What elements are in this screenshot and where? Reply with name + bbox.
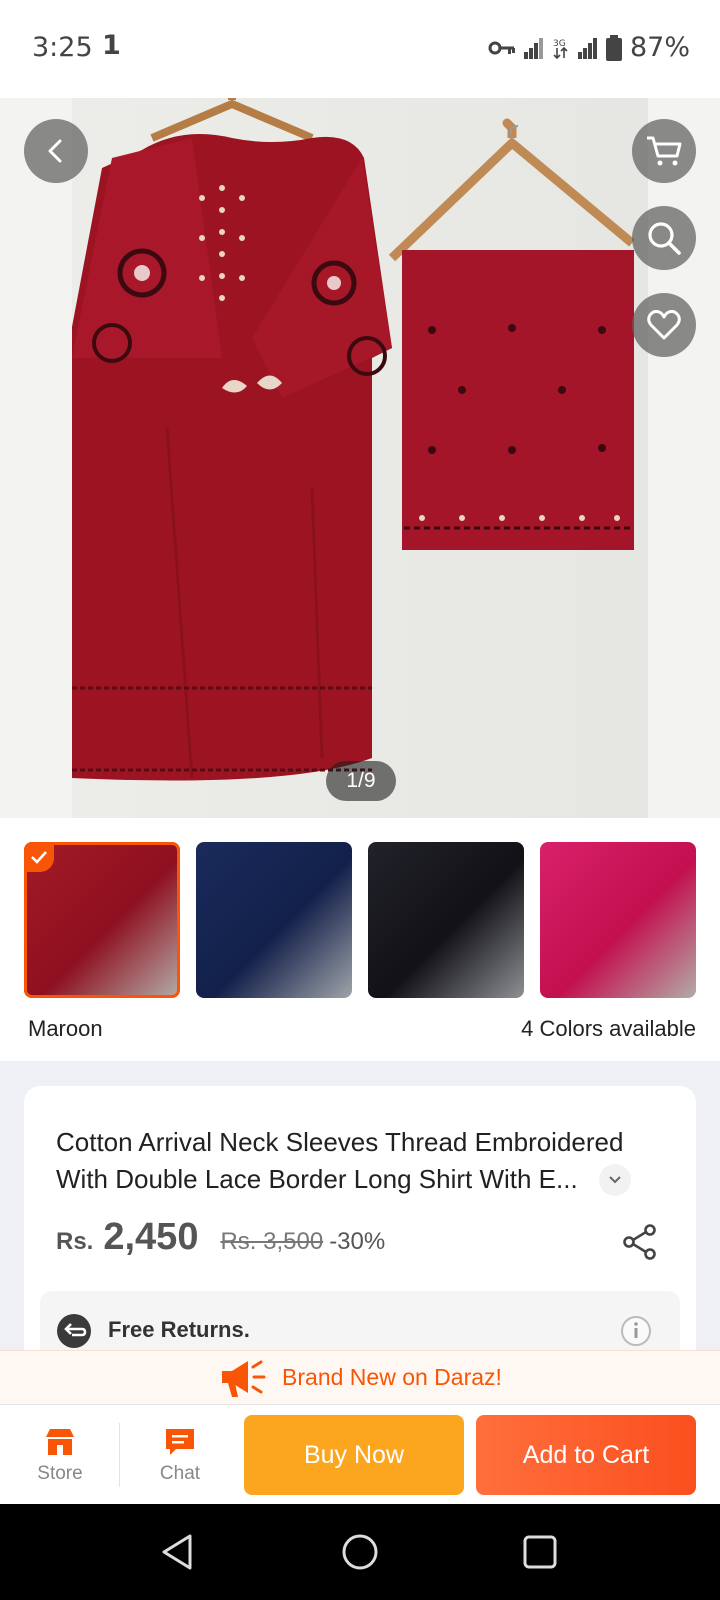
- add-to-cart-button[interactable]: Add to Cart: [476, 1415, 696, 1495]
- megaphone-icon: [222, 1360, 266, 1397]
- nav-home-button[interactable]: [338, 1530, 382, 1574]
- color-variants-section: Maroon 4 Colors available: [0, 818, 720, 1061]
- return-arrow-icon: [57, 1314, 91, 1348]
- network-3g-icon: 3G: [553, 39, 568, 59]
- cart-button[interactable]: [632, 119, 696, 183]
- bottom-action-bar: Store Chat Buy Now Add to Cart: [0, 1404, 720, 1504]
- tab-divider: [119, 1423, 120, 1487]
- triangle-back-icon: [162, 1534, 192, 1570]
- search-button[interactable]: [632, 206, 696, 270]
- vpn-key-icon: [488, 41, 515, 54]
- discount-badge: -30%: [329, 1228, 386, 1255]
- nav-recents-button[interactable]: [518, 1530, 562, 1574]
- dress-illustration: [68, 98, 635, 781]
- battery-icon: [605, 34, 622, 61]
- heart-icon: [647, 309, 681, 340]
- product-image-gallery[interactable]: 1/9: [0, 98, 720, 818]
- variant-thumb-black[interactable]: [368, 842, 524, 998]
- chevron-down-icon: [609, 1176, 621, 1184]
- system-navigation-bar: [0, 1504, 720, 1600]
- battery-percentage: 87%: [629, 32, 690, 63]
- brand-new-banner: Brand New on Daraz!: [0, 1350, 720, 1404]
- square-recents-icon: [523, 1535, 557, 1569]
- variant-thumb-pink[interactable]: [540, 842, 696, 998]
- product-info-card: Cotton Arrival Neck Sleeves Thread Embro…: [24, 1086, 696, 1386]
- banner-text: Brand New on Daraz!: [282, 1364, 502, 1390]
- nav-back-button[interactable]: [156, 1530, 200, 1574]
- info-icon[interactable]: [620, 1315, 652, 1347]
- chat-button[interactable]: Chat: [140, 1427, 220, 1491]
- check-icon: [31, 851, 47, 864]
- colors-available-link[interactable]: 4 Colors available: [521, 1016, 696, 1042]
- wishlist-button[interactable]: [632, 293, 696, 357]
- current-price: 2,450: [103, 1216, 199, 1258]
- store-icon: [46, 1429, 74, 1455]
- product-title: Cotton Arrival Neck Sleeves Thread Embro…: [56, 1127, 624, 1194]
- signal-icon-2: [577, 37, 597, 59]
- selected-color-name: Maroon: [28, 1016, 103, 1041]
- price-row: Rs. 2,450 Rs. 3,500 -30%: [56, 1216, 385, 1259]
- free-returns-label: Free Returns.: [108, 1317, 250, 1342]
- store-label: Store: [37, 1463, 83, 1484]
- buy-now-button[interactable]: Buy Now: [244, 1415, 464, 1495]
- signal-icon: [523, 37, 543, 59]
- status-time: 3:25: [32, 32, 93, 63]
- chat-icon: [166, 1429, 194, 1455]
- variant-thumb-navy[interactable]: [196, 842, 352, 998]
- notification-indicator: 1: [102, 30, 121, 61]
- product-detail-screen: 3:25 1 3G 87% 1/9 Maroon 4 Colors availa…: [0, 0, 720, 1600]
- cart-icon: [647, 136, 682, 166]
- store-button[interactable]: Store: [20, 1427, 100, 1491]
- status-icons: 3G 87%: [488, 32, 690, 63]
- status-bar: 3:25 1 3G 87%: [0, 0, 720, 98]
- variant-thumb-maroon[interactable]: [24, 842, 180, 998]
- expand-title-button[interactable]: [599, 1164, 631, 1196]
- search-icon: [648, 222, 681, 255]
- share-icon[interactable]: [620, 1222, 660, 1262]
- price-currency: Rs.: [56, 1228, 94, 1255]
- back-button[interactable]: [24, 119, 88, 183]
- chat-label: Chat: [159, 1463, 201, 1484]
- selected-check: [24, 842, 54, 872]
- chevron-left-icon: [48, 139, 62, 163]
- original-price: Rs. 3,500: [220, 1228, 324, 1255]
- image-pager: 1/9: [326, 761, 396, 801]
- circle-home-icon: [342, 1534, 378, 1570]
- product-photo: [68, 98, 648, 818]
